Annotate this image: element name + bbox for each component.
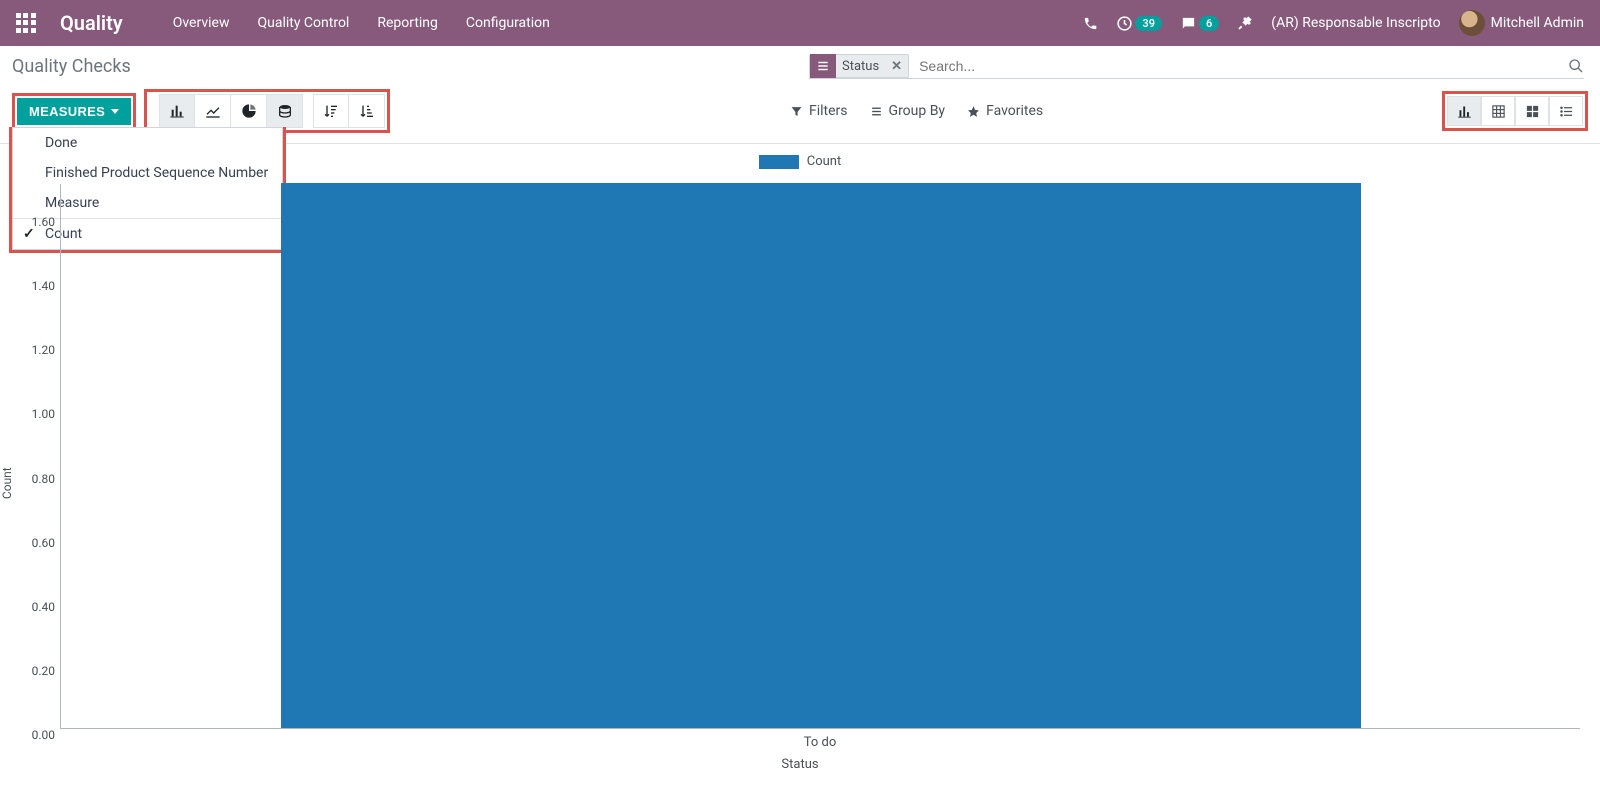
sort-desc-icon[interactable] (313, 94, 349, 128)
nav-quality-control[interactable]: Quality Control (257, 15, 349, 31)
view-graph-icon[interactable] (1447, 96, 1481, 126)
activity-badge: 39 (1135, 16, 1162, 31)
discuss-badge: 6 (1199, 16, 1219, 31)
line-chart-icon[interactable] (195, 94, 231, 128)
groupby-facet-icon (810, 54, 836, 78)
app-brand[interactable]: Quality (60, 11, 123, 35)
legend-swatch (759, 155, 799, 169)
facet-label: Status (836, 59, 885, 74)
activity-icon[interactable]: 39 (1116, 15, 1162, 32)
y-tick: 1.00 (21, 407, 55, 421)
navbar-right: 39 6 (AR) Responsable Inscripto Mitchell… (1083, 10, 1584, 36)
x-category-label: To do (804, 735, 837, 750)
search-icon[interactable] (1568, 58, 1584, 74)
chart-type-buttons (159, 94, 303, 128)
sort-asc-icon[interactable] (349, 94, 385, 128)
chart-plot: 0.000.200.400.600.801.001.201.401.60 (60, 184, 1580, 729)
nav-overview[interactable]: Overview (173, 15, 230, 31)
y-tick: 0.40 (21, 600, 55, 614)
user-menu[interactable]: Mitchell Admin (1459, 10, 1584, 36)
company-selector[interactable]: (AR) Responsable Inscripto (1271, 15, 1440, 31)
navbar: Quality Overview Quality Control Reporti… (0, 0, 1600, 46)
search-facet-status: Status ✕ (809, 54, 909, 78)
chart-legend: Count (20, 154, 1580, 169)
chart-area: Count Count 0.000.200.400.600.801.001.20… (0, 144, 1600, 784)
search-options: Filters Group By Favorites (790, 103, 1043, 119)
control-panel: Quality Checks Status ✕ MEASURES (0, 46, 1600, 144)
breadcrumb: Quality Checks (12, 56, 131, 77)
view-switcher (1442, 91, 1588, 131)
favorites-label: Favorites (986, 103, 1043, 119)
filters-button[interactable]: Filters (790, 103, 848, 119)
debug-icon[interactable] (1237, 15, 1253, 31)
stacked-icon[interactable] (267, 94, 303, 128)
y-tick: 1.40 (21, 279, 55, 293)
apps-icon[interactable] (16, 13, 36, 33)
search-area[interactable]: Status ✕ (809, 54, 1584, 79)
pie-chart-icon[interactable] (231, 94, 267, 128)
view-list-icon[interactable] (1549, 96, 1583, 126)
discuss-icon[interactable]: 6 (1180, 15, 1219, 32)
nav-reporting[interactable]: Reporting (377, 15, 438, 31)
view-pivot-icon[interactable] (1481, 96, 1515, 126)
nav-configuration[interactable]: Configuration (466, 15, 550, 31)
measures-label: MEASURES (29, 104, 105, 119)
nav-links: Overview Quality Control Reporting Confi… (173, 15, 550, 31)
facet-remove-icon[interactable]: ✕ (885, 59, 908, 74)
caret-down-icon (111, 109, 119, 114)
bar-chart-icon[interactable] (159, 94, 195, 128)
measures-button[interactable]: MEASURES (17, 98, 131, 125)
y-tick: 1.20 (21, 343, 55, 357)
favorites-button[interactable]: Favorites (967, 103, 1043, 119)
user-name: Mitchell Admin (1491, 15, 1584, 31)
legend-label: Count (807, 154, 841, 169)
y-axis-label: Count (0, 467, 14, 499)
search-input[interactable] (915, 56, 1584, 76)
bar[interactable] (281, 183, 1360, 728)
y-tick: 0.60 (21, 536, 55, 550)
y-tick: 0.00 (21, 728, 55, 742)
y-tick: 0.20 (21, 664, 55, 678)
phone-icon[interactable] (1083, 16, 1098, 31)
avatar (1459, 10, 1485, 36)
y-tick: 1.60 (21, 215, 55, 229)
x-axis-label: Status (781, 757, 818, 772)
sort-buttons (313, 94, 385, 128)
groupby-button[interactable]: Group By (870, 103, 946, 119)
y-tick: 0.80 (21, 472, 55, 486)
filters-label: Filters (809, 103, 848, 119)
view-kanban-icon[interactable] (1515, 96, 1549, 126)
groupby-label: Group By (889, 103, 946, 119)
